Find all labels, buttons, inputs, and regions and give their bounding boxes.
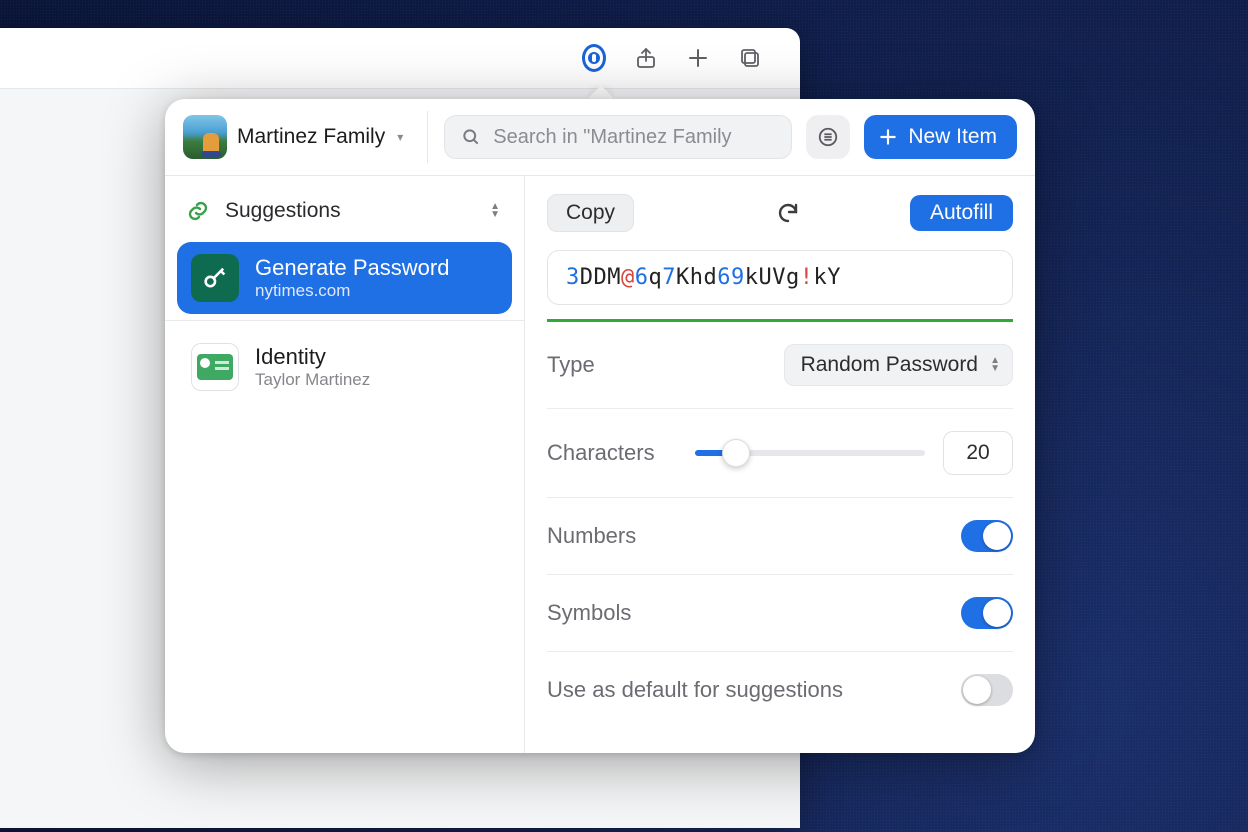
id-card-icon	[191, 343, 239, 391]
divider	[427, 111, 428, 163]
characters-row: Characters 20	[547, 409, 1013, 498]
symbols-toggle[interactable]	[961, 597, 1013, 629]
chevron-down-icon: ▾	[397, 130, 403, 144]
autofill-label: Autofill	[930, 201, 993, 224]
search-input[interactable]	[493, 126, 775, 149]
default-toggle[interactable]	[961, 674, 1013, 706]
onepassword-extension-icon[interactable]	[582, 46, 606, 70]
link-icon	[185, 198, 211, 224]
copy-button[interactable]: Copy	[547, 194, 634, 232]
copy-label: Copy	[566, 201, 615, 224]
slider-thumb[interactable]	[722, 439, 750, 467]
numbers-toggle[interactable]	[961, 520, 1013, 552]
item-subtitle: nytimes.com	[255, 281, 449, 301]
vault-avatar	[183, 115, 227, 159]
generated-password[interactable]: 3DDM@6q7Khd69kUVg!kY	[547, 250, 1013, 305]
default-row: Use as default for suggestions	[547, 652, 1013, 728]
item-title: Identity	[255, 344, 370, 370]
plus-icon	[878, 127, 898, 147]
type-label: Type	[547, 352, 595, 378]
share-icon[interactable]	[634, 46, 658, 70]
onepassword-popover: Martinez Family ▾ New Item Suggestions	[165, 99, 1035, 753]
type-select[interactable]: Random Password ▲▼	[784, 344, 1013, 386]
browser-toolbar	[0, 28, 800, 88]
new-item-label: New Item	[908, 125, 997, 149]
password-generator-panel: Copy Autofill 3DDM@6q7Khd69kUVg!kY Type …	[525, 176, 1035, 753]
search-field[interactable]	[444, 115, 792, 159]
type-value: Random Password	[801, 353, 978, 376]
vault-selector[interactable]: Martinez Family ▾	[179, 111, 411, 163]
popover-header: Martinez Family ▾ New Item	[165, 99, 1035, 175]
sidebar-item-identity[interactable]: Identity Taylor Martinez	[177, 331, 512, 403]
chevron-updown-icon: ▲▼	[990, 357, 1000, 373]
autofill-button[interactable]: Autofill	[910, 195, 1013, 231]
popover-arrow	[588, 85, 614, 99]
divider	[165, 320, 524, 321]
numbers-row: Numbers	[547, 498, 1013, 575]
new-item-button[interactable]: New Item	[864, 115, 1017, 159]
default-label: Use as default for suggestions	[547, 677, 843, 703]
section-title: Suggestions	[225, 199, 341, 223]
suggestions-sidebar: Suggestions ▲▼ Generate Password nytimes…	[165, 176, 525, 753]
item-subtitle: Taylor Martinez	[255, 370, 370, 390]
numbers-label: Numbers	[547, 523, 636, 549]
sort-chevron-icon: ▲▼	[490, 203, 500, 219]
item-title: Generate Password	[255, 255, 449, 281]
sidebar-item-generate-password[interactable]: Generate Password nytimes.com	[177, 242, 512, 314]
symbols-row: Symbols	[547, 575, 1013, 652]
characters-value[interactable]: 20	[943, 431, 1013, 475]
quick-access-button[interactable]	[806, 115, 850, 159]
type-row: Type Random Password ▲▼	[547, 322, 1013, 409]
section-selector[interactable]: Suggestions ▲▼	[177, 184, 512, 242]
vault-name: Martinez Family	[237, 125, 385, 149]
key-icon	[191, 254, 239, 302]
regenerate-button[interactable]	[772, 197, 804, 229]
characters-label: Characters	[547, 440, 655, 466]
tabs-icon[interactable]	[738, 46, 762, 70]
search-icon	[461, 127, 481, 147]
plus-icon[interactable]	[686, 46, 710, 70]
refresh-icon	[776, 201, 800, 225]
symbols-label: Symbols	[547, 600, 631, 626]
characters-slider[interactable]	[695, 450, 925, 456]
